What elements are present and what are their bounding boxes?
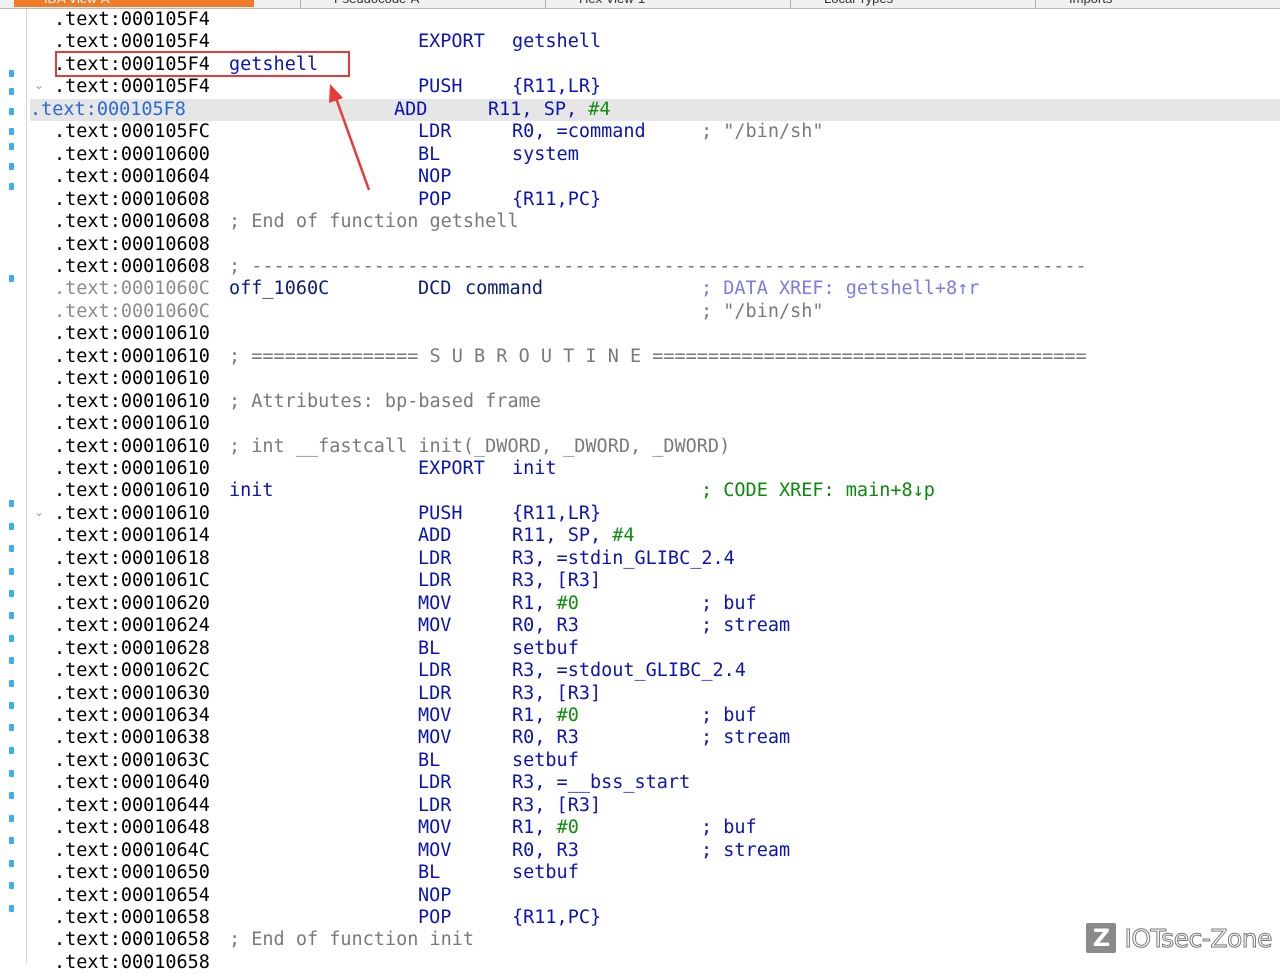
fold-chevron-icon[interactable]: ⌄	[34, 505, 48, 519]
watermark-text: IOTsec-Zone	[1124, 923, 1273, 953]
fold-chevron-icon[interactable]: ⌄	[34, 78, 48, 92]
watermark: Z IOTsec-Zone	[1086, 921, 1273, 955]
annotation-arrow	[329, 84, 371, 191]
watermark-logo-icon: Z	[1086, 923, 1117, 953]
